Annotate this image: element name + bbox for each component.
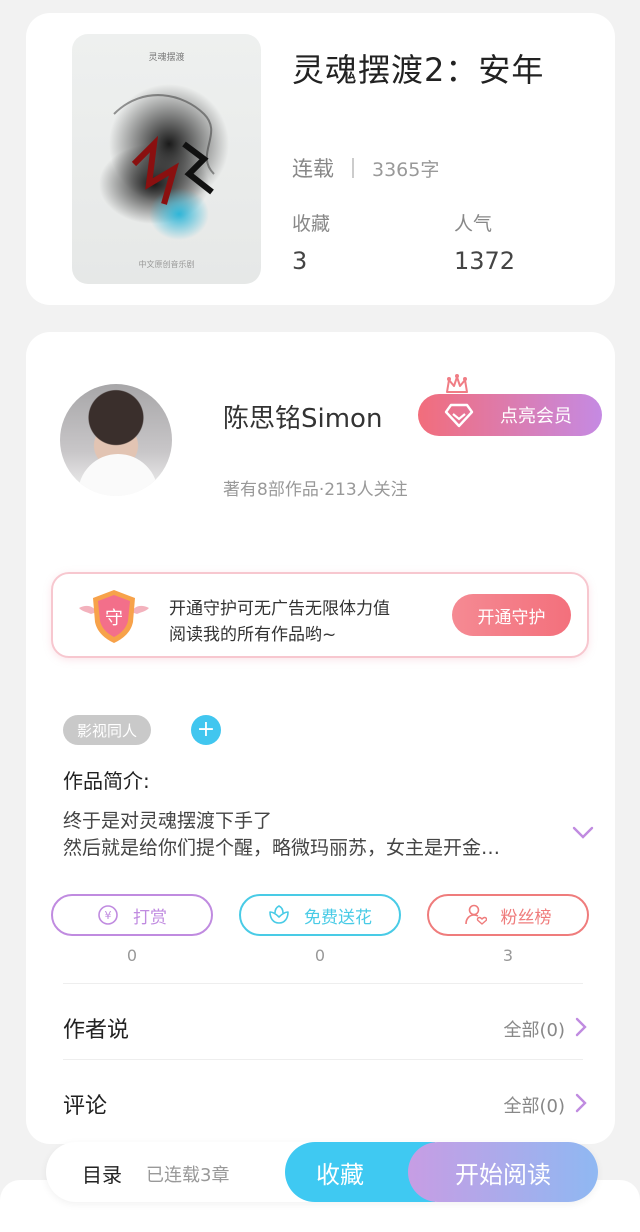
chapter-count: 已连载3章 (146, 1165, 230, 1186)
expand-chevron-icon[interactable] (572, 826, 594, 840)
guard-banner[interactable]: 守 开通守护可无广告无限体力值 阅读我的所有作品哟~ 开通守护 (51, 572, 589, 658)
favorites-count: 3 (292, 247, 308, 275)
guard-badge-text: 守 (105, 608, 123, 629)
author-meta: 著有8部作品·213人关注 (223, 480, 408, 500)
tip-button[interactable]: ¥ 打赏 (51, 894, 213, 936)
send-flower-button[interactable]: 免费送花 (239, 894, 401, 936)
genre-tag[interactable]: 影视同人 (63, 715, 152, 745)
comments-title: 评论 (63, 1094, 108, 1119)
guard-shield-icon: 守 (79, 590, 149, 643)
divider (352, 158, 354, 178)
guard-text-line2: 阅读我的所有作品哟~ (169, 625, 337, 645)
svg-text:¥: ¥ (105, 909, 112, 922)
author-says-title: 作者说 (63, 1018, 130, 1043)
word-count: 3365字 (372, 158, 440, 181)
bottom-action-bar: 目录 已连载3章 收藏 开始阅读 (46, 1142, 598, 1202)
divider (63, 983, 583, 984)
author-says-all-link[interactable]: 全部(0) (504, 1016, 566, 1042)
popularity-label: 人气 (454, 213, 493, 235)
add-tag-button[interactable]: + (191, 715, 221, 745)
fan-rank-button[interactable]: 粉丝榜 (427, 894, 589, 936)
send-flower-label: 免费送花 (304, 907, 372, 928)
toc-button[interactable]: 目录 (82, 1159, 122, 1188)
yen-coin-icon: ¥ (98, 905, 118, 925)
avatar-shirt (78, 454, 158, 496)
book-status-line: 连载 3365字 (292, 153, 439, 183)
favorites-label: 收藏 (292, 213, 331, 235)
comments-all-link[interactable]: 全部(0) (504, 1092, 566, 1118)
fan-rank-label: 粉丝榜 (500, 907, 552, 928)
guard-text-line1: 开通守护可无广告无限体力值 (169, 599, 390, 619)
favorite-label: 收藏 (316, 1160, 364, 1189)
flower-count: 0 (314, 946, 326, 965)
author-card: 陈思铭Simon 著有8部作品·213人关注 点亮会员 守 开通守护可无广告无限… (26, 332, 615, 1144)
crown-icon (446, 374, 468, 393)
book-cover[interactable]: 灵魂摆渡 中文原创音乐剧 (72, 34, 261, 284)
tip-count: 0 (126, 946, 138, 965)
open-guard-button[interactable]: 开通守护 (452, 594, 571, 636)
start-reading-button[interactable]: 开始阅读 (408, 1142, 598, 1202)
tip-label: 打赏 (133, 907, 167, 928)
vip-button[interactable]: 点亮会员 (418, 394, 602, 436)
intro-title: 作品简介: (63, 769, 150, 793)
intro-text: 终于是对灵魂摆渡下手了 然后就是给你们提个醒，略微玛丽苏，女主是开金… (63, 808, 543, 862)
cover-ink-art (99, 84, 229, 240)
intro-line-1: 终于是对灵魂摆渡下手了 (63, 810, 273, 832)
cover-top-text: 灵魂摆渡 (148, 53, 185, 63)
fan-user-icon (464, 904, 487, 925)
fan-count: 3 (502, 946, 514, 965)
chevron-right-icon (575, 1093, 587, 1113)
vip-label: 点亮会员 (500, 406, 572, 427)
chevron-right-icon (575, 1017, 587, 1037)
intro-line-2: 然后就是给你们提个醒，略微玛丽苏，女主是开金… (63, 837, 501, 859)
cover-foot-text: 中文原创音乐剧 (138, 260, 195, 269)
divider (63, 1059, 583, 1060)
popularity-count: 1372 (454, 247, 516, 275)
flower-icon (269, 905, 289, 924)
book-info-card: 灵魂摆渡 中文原创音乐剧 灵魂摆渡2：安年 连载 3365字 收藏 3 人气 1… (26, 13, 615, 305)
serial-status: 连载 (292, 157, 334, 181)
author-avatar[interactable] (60, 384, 172, 496)
book-title: 灵魂摆渡2：安年 (292, 51, 545, 89)
author-name[interactable]: 陈思铭Simon (223, 398, 382, 435)
diamond-icon (444, 403, 474, 428)
